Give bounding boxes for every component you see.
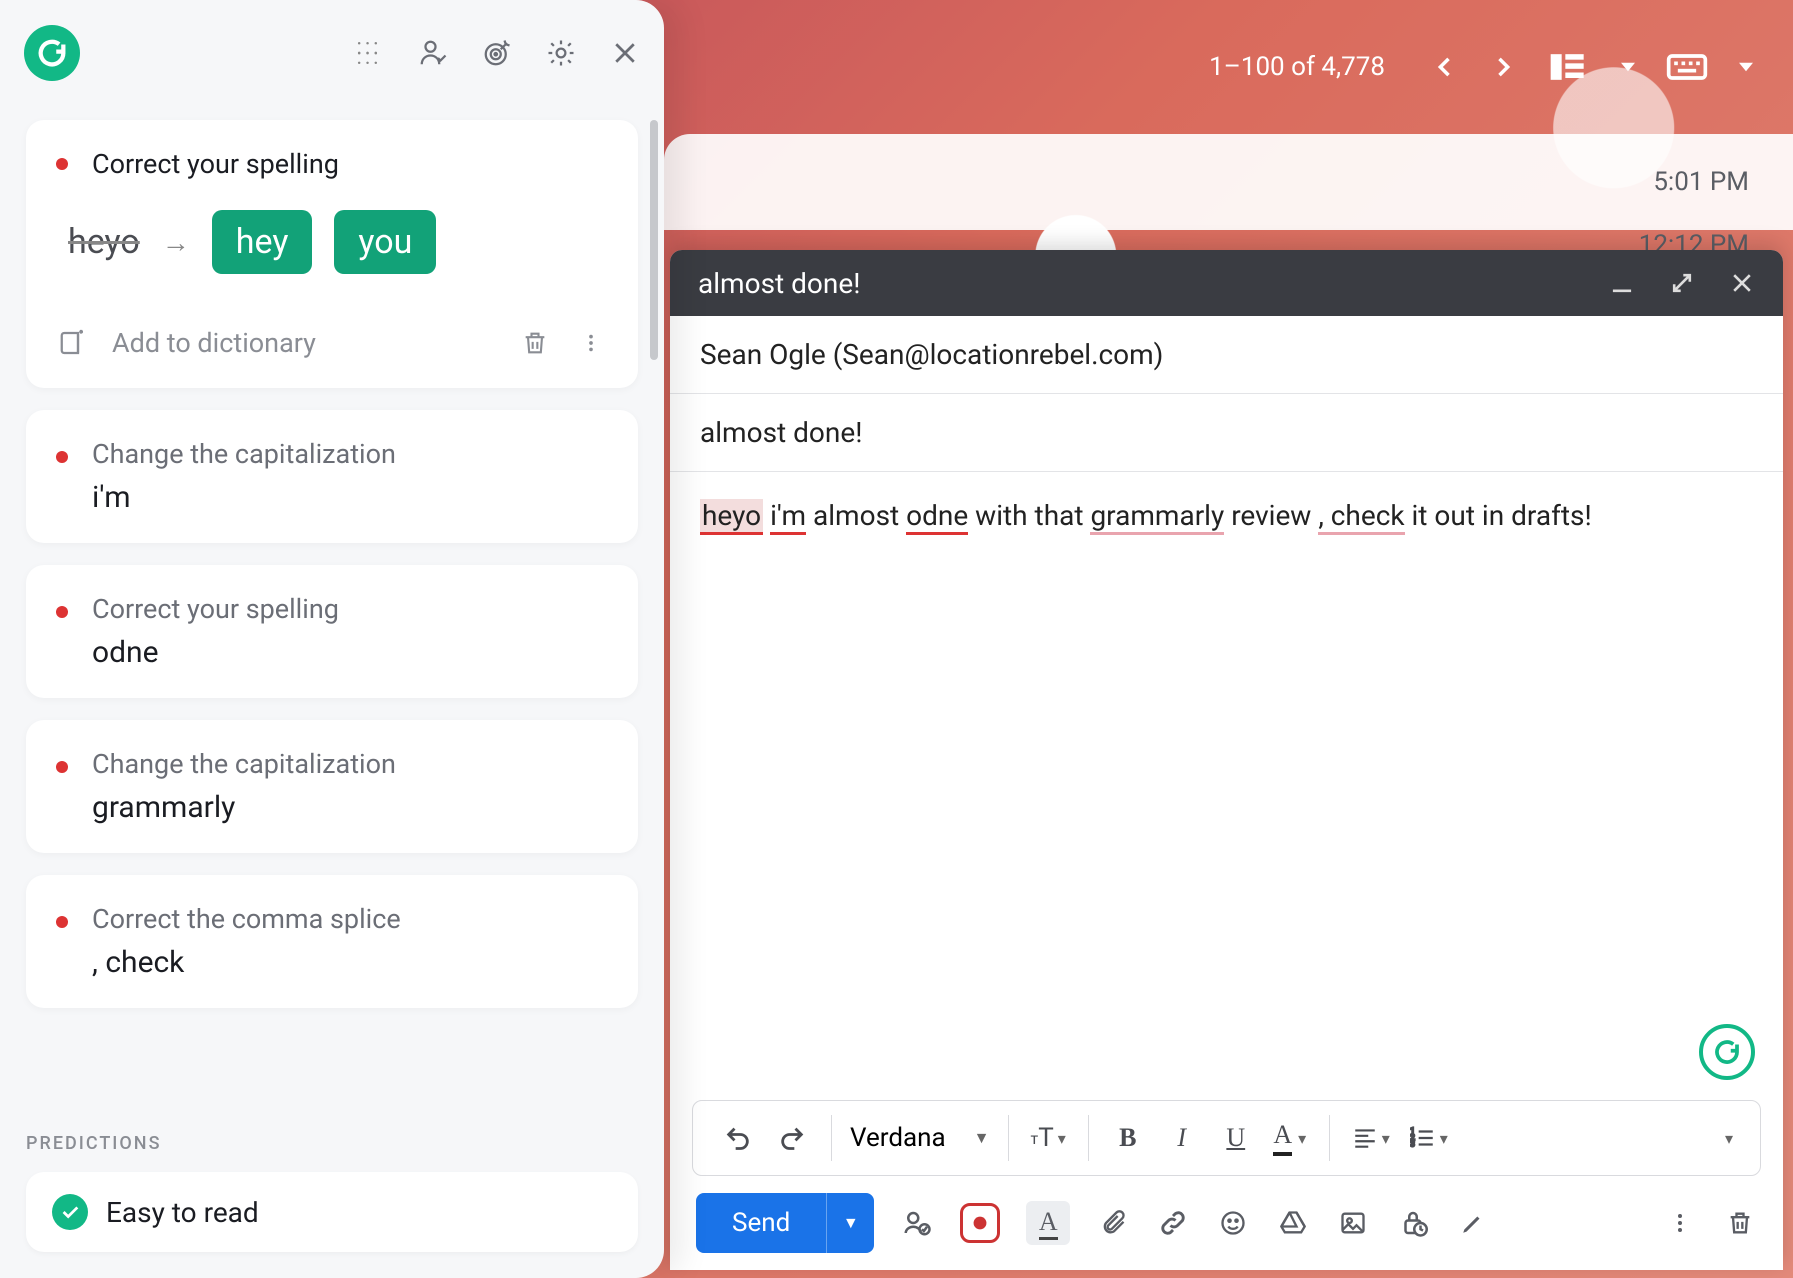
grammarly-badge[interactable] (1699, 1024, 1755, 1080)
suggestion-card[interactable]: Change the capitalization i'm (26, 410, 638, 543)
font-size-button[interactable]: тT▾ (1031, 1118, 1066, 1158)
discard-icon[interactable] (1723, 1206, 1757, 1240)
suggestion-title: Correct the comma splice (92, 903, 608, 935)
compose-body[interactable]: heyo i'm almost odne with that grammarly… (670, 472, 1783, 1100)
dictionary-icon[interactable] (56, 326, 90, 360)
close-icon[interactable] (1729, 270, 1755, 296)
severity-dot (56, 761, 68, 773)
formatting-toolbar: Verdana ▼ тT▾ B I U A▾ ▾ 123▾ ▾ (692, 1100, 1761, 1176)
compose-header[interactable]: almost done! (670, 250, 1783, 316)
link-icon[interactable] (1156, 1206, 1190, 1240)
more-options-icon[interactable] (1663, 1206, 1697, 1240)
emoji-icon[interactable] (1216, 1206, 1250, 1240)
attach-icon[interactable] (1096, 1206, 1130, 1240)
align-button[interactable]: ▾ (1352, 1118, 1390, 1158)
suggestion-chip[interactable]: hey (212, 210, 313, 274)
pen-icon[interactable] (1456, 1206, 1490, 1240)
grammarly-logo[interactable] (24, 25, 80, 81)
prediction-card[interactable]: Easy to read (26, 1172, 638, 1252)
suggestion-list: Correct your spelling heyo → hey you Add… (0, 106, 664, 1097)
grammarly-header: :::::: (0, 0, 664, 106)
suggestion-word: i'm (92, 480, 608, 515)
list-button[interactable]: 123▾ (1410, 1118, 1448, 1158)
send-options-button[interactable]: ▼ (826, 1193, 874, 1253)
caret-down-icon: ▼ (974, 1128, 990, 1148)
drive-icon[interactable] (1276, 1206, 1310, 1240)
goals-icon[interactable] (482, 38, 512, 68)
close-panel-icon[interactable] (610, 38, 640, 68)
arrow-right-icon: → (162, 226, 190, 259)
underline-button[interactable]: U (1219, 1118, 1253, 1158)
text-color-button[interactable]: A▾ (1273, 1118, 1307, 1158)
error-word-grammarly[interactable]: grammarly (1090, 499, 1224, 535)
compose-subject-field[interactable]: almost done! (670, 394, 1783, 472)
error-word-heyo[interactable]: heyo (700, 499, 763, 535)
formatting-more-caret[interactable]: ▾ (1712, 1118, 1746, 1158)
image-icon[interactable] (1336, 1206, 1370, 1240)
error-word-im[interactable]: i'm (770, 499, 806, 535)
suggestion-title: Correct your spelling (92, 593, 608, 625)
predictions-heading: PREDICTIONS (26, 1133, 664, 1154)
more-icon[interactable] (574, 326, 608, 360)
severity-dot (56, 451, 68, 463)
suggestion-chip[interactable]: you (334, 210, 436, 274)
suggestion-word: grammarly (92, 790, 608, 825)
severity-dot (56, 916, 68, 928)
redo-button[interactable] (775, 1118, 809, 1158)
next-page-icon[interactable] (1489, 53, 1517, 81)
send-button[interactable]: Send (696, 1193, 826, 1253)
confidential-icon[interactable] (1396, 1206, 1430, 1240)
severity-dot (56, 158, 68, 170)
compose-to-field[interactable]: Sean Ogle (Sean@locationrebel.com) (670, 316, 1783, 394)
prediction-text: Easy to read (106, 1196, 259, 1229)
text-format-icon[interactable]: A (1026, 1201, 1070, 1245)
svg-text:3: 3 (1410, 1140, 1415, 1150)
compose-action-row: Send ▼ A (670, 1176, 1783, 1270)
input-tools-icon[interactable] (1665, 53, 1709, 81)
suggestion-card[interactable]: Correct your spelling odne (26, 565, 638, 698)
gear-icon[interactable] (546, 38, 576, 68)
record-icon[interactable] (960, 1203, 1000, 1243)
font-name: Verdana (850, 1123, 946, 1153)
suggestion-card[interactable]: Change the capitalization grammarly (26, 720, 638, 853)
drag-handle-icon[interactable]: :::::: (354, 38, 384, 68)
undo-button[interactable] (721, 1118, 755, 1158)
severity-dot (56, 606, 68, 618)
bold-button[interactable]: B (1111, 1118, 1145, 1158)
suggestion-word: odne (92, 635, 608, 670)
density-caret-icon[interactable] (1621, 53, 1635, 81)
send-button-group: Send ▼ (696, 1193, 874, 1253)
italic-button[interactable]: I (1165, 1118, 1199, 1158)
compose-subject-header: almost done! (698, 267, 860, 300)
compose-window: almost done! Sean Ogle (Sean@locationreb… (670, 250, 1783, 1270)
error-word-odne[interactable]: odne (906, 499, 968, 535)
suggestion-title: Correct your spelling (92, 148, 339, 180)
trash-icon[interactable] (518, 326, 552, 360)
add-to-dictionary-button[interactable]: Add to dictionary (112, 327, 316, 359)
signature-icon[interactable] (900, 1206, 934, 1240)
font-selector[interactable]: Verdana ▼ (840, 1123, 1000, 1153)
expand-icon[interactable] (1669, 270, 1695, 296)
check-icon (52, 1194, 88, 1230)
gmail-toolbar: 1–100 of 4,778 (664, 0, 1793, 134)
error-word-check[interactable]: , check (1318, 499, 1404, 535)
minimize-icon[interactable] (1609, 270, 1635, 296)
suggestion-title: Change the capitalization (92, 748, 608, 780)
grammarly-panel: :::::: Correct your spelling heyo → hey … (0, 0, 664, 1278)
suggestion-title: Change the capitalization (92, 438, 608, 470)
suggestion-word: , check (92, 945, 608, 980)
prev-page-icon[interactable] (1431, 53, 1459, 81)
panel-scrollbar[interactable] (650, 120, 660, 1220)
density-icon[interactable] (1547, 53, 1591, 81)
profile-icon[interactable] (418, 38, 448, 68)
suggestion-card[interactable]: Correct the comma splice , check (26, 875, 638, 1008)
inbox-row[interactable]: 5:01 PM (664, 134, 1793, 230)
suggestion-card-expanded[interactable]: Correct your spelling heyo → hey you Add… (26, 120, 638, 388)
input-tools-caret-icon[interactable] (1739, 53, 1753, 81)
inbox-row-time: 5:01 PM (1653, 167, 1749, 197)
pagination-count: 1–100 of 4,778 (1209, 52, 1385, 82)
original-word: heyo (68, 222, 140, 262)
